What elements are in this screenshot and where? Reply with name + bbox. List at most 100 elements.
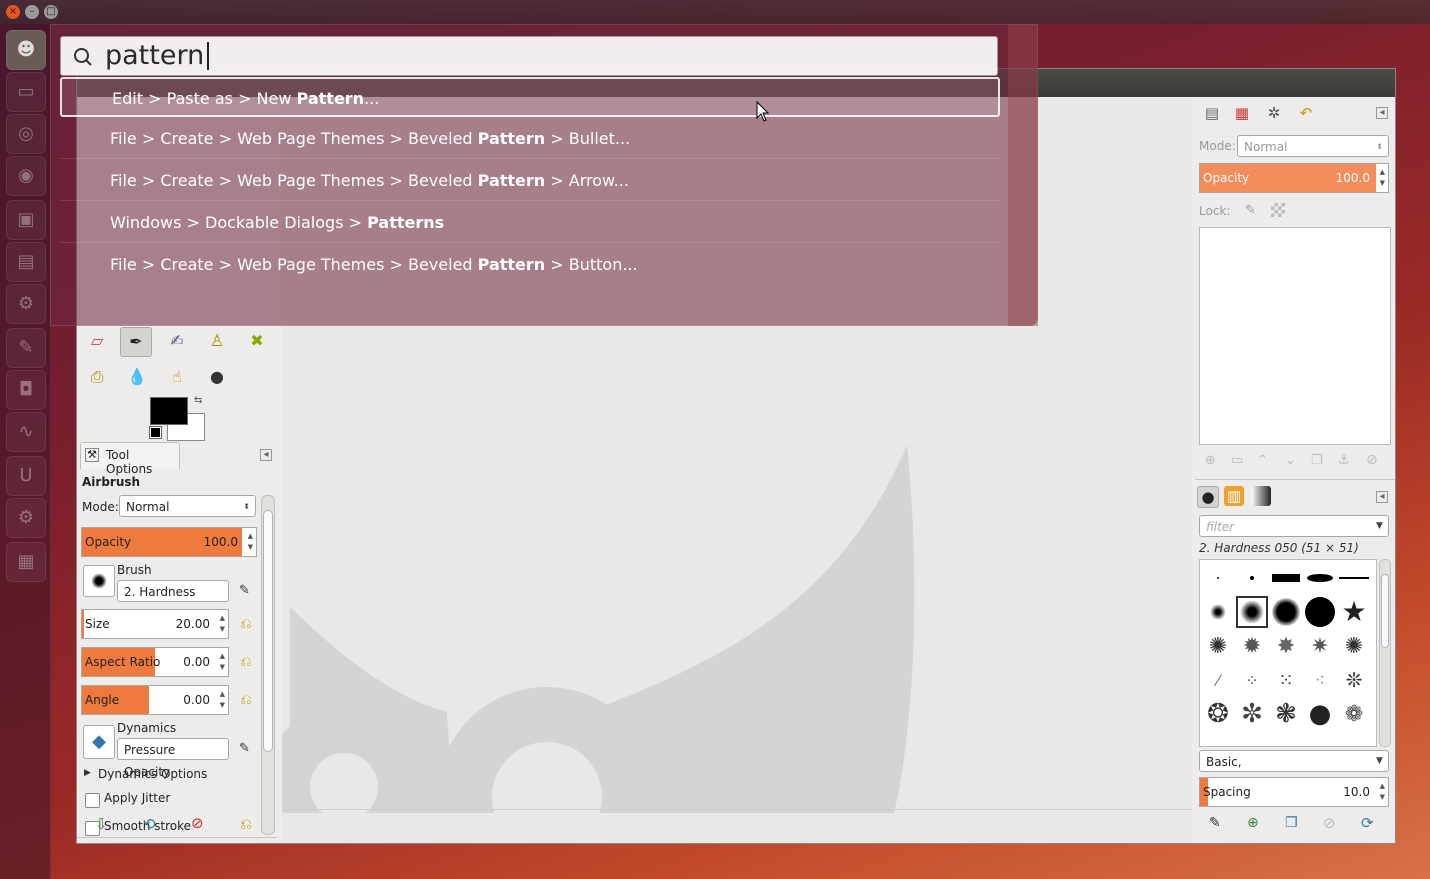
refresh-brushes-icon[interactable]: ⟳	[1361, 814, 1374, 832]
tab-patterns-icon[interactable]: ▥	[1224, 486, 1244, 506]
brush-filter-input[interactable]: filter	[1199, 515, 1389, 537]
brush-item[interactable]: ★	[1338, 596, 1370, 628]
opacity-slider[interactable]: Opacity 100.0 ▲ ▼	[81, 527, 257, 557]
reset-angle-icon[interactable]: ⎌	[237, 691, 255, 709]
ink-tool-icon[interactable]: ✍	[162, 327, 192, 355]
airbrush-tool-icon[interactable]: ✒	[120, 327, 152, 357]
minimize-window-button[interactable]: –	[25, 5, 39, 19]
reset-options-icon[interactable]: ⎌	[240, 815, 252, 833]
brush-item[interactable]: ✺	[1202, 630, 1234, 662]
ubuntu-one-launcher-icon[interactable]: U	[6, 456, 46, 496]
firefox-launcher-icon[interactable]: ◉	[6, 156, 46, 196]
spin-arrows-icon[interactable]: ▲ ▼	[1380, 167, 1385, 189]
brush-item[interactable]: ⁙	[1270, 664, 1302, 696]
brush-preview[interactable]	[83, 565, 115, 597]
spin-arrows-icon[interactable]: ▲ ▼	[220, 689, 225, 711]
spin-arrows-icon[interactable]: ▲ ▼	[1380, 781, 1385, 803]
maximize-window-button[interactable]: □	[44, 5, 58, 19]
mode-select[interactable]: Normal ⬍	[119, 495, 256, 517]
hud-result-item[interactable]: Windows > Dockable Dialogs > Patterns	[60, 203, 1000, 243]
duplicate-brush-icon[interactable]: ❐	[1285, 815, 1298, 831]
tab-tool-options[interactable]: ⚒ Tool Options	[80, 442, 180, 476]
lock-pixels-icon[interactable]: ✎	[1245, 203, 1256, 218]
restore-options-icon[interactable]: ⟲	[143, 815, 156, 833]
dynamics-preview-icon[interactable]: ◆	[83, 725, 115, 759]
delete-options-icon[interactable]: ⊘	[191, 814, 204, 832]
edit-dynamics-icon[interactable]: ✎	[239, 741, 250, 756]
hud-search-input[interactable]: pattern	[105, 40, 204, 71]
heal-tool-icon[interactable]: ✖	[242, 327, 272, 355]
brush-item[interactable]: ⁄	[1202, 664, 1234, 696]
brush-item[interactable]: ✹	[1236, 630, 1268, 662]
hud-result-item[interactable]: Edit > Paste as > New Pattern...	[60, 77, 1000, 117]
raise-layer-icon[interactable]: ⌃	[1257, 453, 1268, 468]
chevron-down-icon[interactable]: ▼	[1376, 750, 1383, 772]
app-launcher-icon[interactable]: ▤	[6, 242, 46, 282]
aspect-ratio-slider[interactable]: Aspect Ratio 0.00 ▲ ▼	[81, 647, 229, 677]
brush-item-selected[interactable]	[1236, 596, 1268, 628]
chevron-down-icon[interactable]: ▼	[1376, 515, 1383, 537]
brush-item[interactable]	[1202, 562, 1234, 594]
delete-layer-icon[interactable]: ⊘	[1366, 452, 1378, 468]
brush-item[interactable]	[1304, 562, 1336, 594]
tab-channels-icon[interactable]: ▦	[1229, 101, 1255, 125]
camera-launcher-icon[interactable]: ◘	[6, 370, 46, 410]
layers-opacity-slider[interactable]: Opacity 100.0 ▲ ▼	[1199, 163, 1389, 193]
apply-jitter-checkbox[interactable]	[85, 793, 100, 808]
new-group-icon[interactable]: ▭	[1231, 453, 1243, 468]
new-layer-icon[interactable]: ⊕	[1205, 453, 1216, 468]
brush-tag-select[interactable]: Basic,	[1199, 750, 1389, 772]
brush-item[interactable]: ✺	[1338, 630, 1370, 662]
brush-grid[interactable]: ★ ✺ ✹ ✸ ✷ ✺ ⁄ ⁘ ⁙ ⁖ ❊ ❂ ✼ ❃ ● ❁	[1199, 559, 1377, 747]
brush-item[interactable]: ⁖	[1304, 664, 1336, 696]
settings-launcher-icon[interactable]: ⚙	[6, 284, 46, 324]
clone-tool-icon[interactable]: ♙	[202, 327, 232, 355]
swap-colors-icon[interactable]: ⇆	[194, 395, 202, 406]
brush-item[interactable]	[1270, 596, 1302, 628]
tab-paths-icon[interactable]: ✲	[1261, 101, 1287, 125]
editor-launcher-icon[interactable]: ✎	[6, 328, 46, 368]
tool-options-scrollbar[interactable]	[261, 495, 275, 835]
save-options-icon[interactable]: ⇩	[95, 815, 108, 833]
layers-mode-select[interactable]: Normal ⬍	[1237, 135, 1389, 157]
reset-size-icon[interactable]: ⎌	[237, 615, 255, 633]
brush-item[interactable]	[1236, 562, 1268, 594]
dynamics-field[interactable]: Pressure Opacity	[117, 738, 229, 779]
brush-item[interactable]: ✼	[1236, 698, 1268, 730]
blur-tool-icon[interactable]: 💧	[122, 363, 152, 391]
chromium-launcher-icon[interactable]: ◎	[6, 114, 46, 154]
delete-brush-icon[interactable]: ⊘	[1323, 814, 1336, 832]
hud-result-item[interactable]: File > Create > Web Page Themes > Bevele…	[60, 245, 1000, 285]
expand-triangle-icon[interactable]: ▶	[84, 768, 91, 778]
default-colors-icon[interactable]	[149, 426, 162, 439]
new-brush-icon[interactable]: ⊕	[1247, 815, 1259, 831]
brush-item[interactable]	[1304, 596, 1336, 628]
layers-list[interactable]	[1199, 227, 1391, 445]
brush-item[interactable]: ❁	[1338, 698, 1370, 730]
brush-item[interactable]: ❊	[1338, 664, 1370, 696]
hud-search-box[interactable]: pattern	[60, 36, 998, 76]
gimp-launcher-icon[interactable]: ☻	[6, 30, 46, 70]
files-launcher-icon[interactable]: ▭	[6, 72, 46, 112]
tab-undo-icon[interactable]: ↶	[1293, 101, 1319, 125]
spin-arrows-icon[interactable]: ▲ ▼	[220, 613, 225, 635]
spacing-slider[interactable]: Spacing 10.0 ▲ ▼	[1199, 777, 1389, 807]
brush-grid-scrollbar[interactable]	[1379, 559, 1391, 747]
smudge-tool-icon[interactable]: ☝	[162, 363, 192, 391]
edit-brush-icon[interactable]: ✎	[1209, 815, 1221, 831]
tab-layers-icon[interactable]: ▤	[1199, 101, 1225, 125]
brush-item[interactable]: ✷	[1304, 630, 1336, 662]
brush-item[interactable]: ✸	[1270, 630, 1302, 662]
workspace-launcher-icon[interactable]: ▦	[6, 542, 46, 582]
hud-result-item[interactable]: File > Create > Web Page Themes > Bevele…	[60, 119, 1000, 159]
reset-aspect-icon[interactable]: ⎌	[237, 653, 255, 671]
anchor-layer-icon[interactable]: ⚓	[1338, 453, 1350, 468]
duplicate-layer-icon[interactable]: ❐	[1311, 453, 1323, 468]
angle-slider[interactable]: Angle 0.00 ▲ ▼	[81, 685, 229, 715]
monitor-launcher-icon[interactable]: ∿	[6, 412, 46, 452]
brush-item[interactable]: ●	[1304, 698, 1336, 730]
tab-gradients-icon[interactable]	[1251, 486, 1271, 506]
system-launcher-icon[interactable]: ⚙	[6, 498, 46, 538]
foreground-color-swatch[interactable]	[150, 397, 188, 425]
edit-brush-icon[interactable]: ✎	[239, 583, 250, 598]
